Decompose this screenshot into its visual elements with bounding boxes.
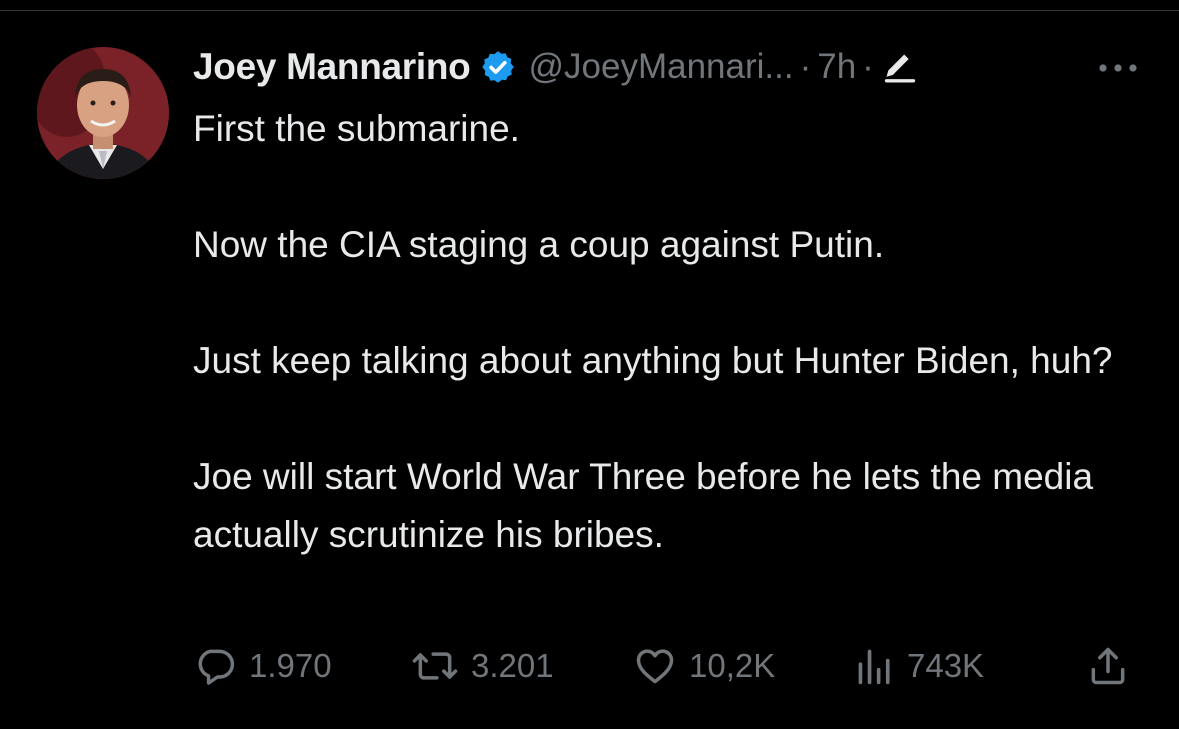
edit-pencil-icon[interactable] xyxy=(882,49,918,85)
tweet-paragraph: Now the CIA staging a coup against Putin… xyxy=(193,224,885,265)
tweet-paragraph: Joe will start World War Three before he… xyxy=(193,456,1094,555)
retweet-icon xyxy=(412,652,458,680)
share-button[interactable] xyxy=(1086,640,1130,692)
tweet-paragraph: First the submarine. xyxy=(193,108,520,149)
header-separator: · xyxy=(862,47,874,86)
views-count: 743K xyxy=(907,647,985,684)
more-options-icon[interactable] xyxy=(1096,58,1140,83)
retweet-button[interactable]: 3.201 xyxy=(411,640,554,692)
avatar-image xyxy=(37,47,169,179)
share-icon xyxy=(1091,647,1125,685)
top-divider xyxy=(0,10,1179,11)
tweet-actions-bar: 1.970 3.201 10,2K 743K xyxy=(193,640,1143,692)
retweet-count: 3.201 xyxy=(471,647,554,684)
tweet-header: Joey Mannarino @JoeyMannari... · 7h · xyxy=(193,42,918,92)
tweet-text: First the submarine. Now the CIA staging… xyxy=(193,100,1113,564)
like-count: 10,2K xyxy=(689,647,776,684)
views-chart-icon xyxy=(858,649,890,685)
avatar[interactable] xyxy=(37,47,169,179)
author-display-name[interactable]: Joey Mannarino xyxy=(193,46,471,88)
views-button[interactable]: 743K xyxy=(855,640,984,692)
like-heart-icon xyxy=(636,649,674,684)
reply-count: 1.970 xyxy=(249,647,332,684)
reply-icon xyxy=(198,649,235,685)
like-button[interactable]: 10,2K xyxy=(633,640,775,692)
header-separator: · xyxy=(799,47,812,86)
verified-badge-icon xyxy=(480,49,516,85)
tweet-paragraph: Just keep talking about anything but Hun… xyxy=(193,340,1113,381)
tweet-timestamp[interactable]: 7h xyxy=(817,47,856,87)
reply-button[interactable]: 1.970 xyxy=(193,640,332,692)
author-handle[interactable]: @JoeyMannari... xyxy=(528,47,793,87)
